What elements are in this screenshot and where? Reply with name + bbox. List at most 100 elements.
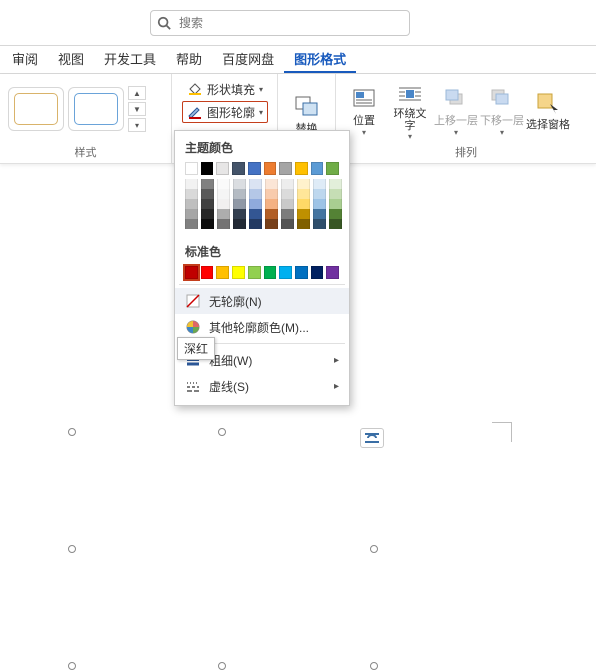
outline-dashes-item[interactable]: 虚线(S) ▸ — [175, 373, 349, 399]
color-swatch[interactable] — [265, 179, 278, 189]
color-swatch[interactable] — [295, 266, 308, 279]
color-swatch[interactable] — [232, 162, 245, 175]
color-swatch[interactable] — [313, 179, 326, 189]
color-swatch[interactable] — [248, 162, 261, 175]
color-swatch[interactable] — [264, 266, 277, 279]
search-input[interactable] — [177, 15, 403, 31]
style-more-button[interactable]: ▾ — [128, 118, 146, 132]
color-swatch[interactable] — [201, 266, 214, 279]
resize-handle-e[interactable] — [370, 545, 378, 553]
color-swatch[interactable] — [201, 189, 214, 199]
tab-view[interactable]: 视图 — [48, 45, 94, 73]
style-down-button[interactable]: ▼ — [128, 102, 146, 116]
color-swatch[interactable] — [249, 199, 262, 209]
style-up-button[interactable]: ▲ — [128, 86, 146, 100]
color-swatch[interactable] — [297, 189, 310, 199]
tab-review[interactable]: 审阅 — [2, 45, 48, 73]
tab-help[interactable]: 帮助 — [166, 45, 212, 73]
color-swatch[interactable] — [265, 189, 278, 199]
color-swatch[interactable] — [217, 199, 230, 209]
color-swatch[interactable] — [217, 179, 230, 189]
layout-options-button[interactable] — [360, 428, 384, 448]
no-outline-item[interactable]: 无轮廓(N) — [175, 288, 349, 314]
color-swatch[interactable] — [297, 179, 310, 189]
color-swatch[interactable] — [264, 162, 277, 175]
search-box[interactable] — [150, 10, 410, 36]
color-swatch[interactable] — [313, 209, 326, 219]
color-swatch[interactable] — [248, 266, 261, 279]
color-swatch[interactable] — [185, 209, 198, 219]
selection-pane-button[interactable]: 选择窗格 — [526, 86, 570, 132]
color-swatch[interactable] — [326, 162, 339, 175]
resize-handle-sw[interactable] — [68, 662, 76, 670]
color-swatch[interactable] — [297, 209, 310, 219]
shape-outline-button[interactable]: 图形轮廓 ▾ — [182, 101, 268, 123]
tab-baidu-netdisk[interactable]: 百度网盘 — [212, 45, 284, 73]
color-swatch[interactable] — [281, 189, 294, 199]
color-swatch[interactable] — [265, 219, 278, 229]
color-swatch[interactable] — [329, 179, 342, 189]
color-swatch[interactable] — [313, 189, 326, 199]
style-thumb-1[interactable] — [8, 87, 64, 131]
resize-handle-s[interactable] — [218, 662, 226, 670]
color-swatch[interactable] — [297, 199, 310, 209]
color-swatch[interactable] — [233, 189, 246, 199]
color-swatch[interactable] — [233, 199, 246, 209]
color-swatch[interactable] — [329, 219, 342, 229]
bring-forward-button[interactable]: 上移一层 ▾ — [434, 82, 478, 136]
color-swatch[interactable] — [281, 219, 294, 229]
color-swatch[interactable] — [329, 189, 342, 199]
style-thumb-2[interactable] — [68, 87, 124, 131]
color-swatch[interactable] — [311, 266, 324, 279]
color-swatch[interactable] — [185, 219, 198, 229]
color-swatch[interactable] — [201, 179, 214, 189]
color-swatch[interactable] — [233, 179, 246, 189]
color-swatch[interactable] — [311, 162, 324, 175]
color-swatch[interactable] — [185, 266, 198, 279]
color-swatch[interactable] — [217, 189, 230, 199]
color-swatch[interactable] — [185, 179, 198, 189]
color-swatch[interactable] — [313, 199, 326, 209]
color-swatch[interactable] — [265, 209, 278, 219]
color-swatch[interactable] — [313, 219, 326, 229]
position-button[interactable]: 位置 ▾ — [342, 82, 386, 136]
tab-shape-format[interactable]: 图形格式 — [284, 45, 356, 73]
color-swatch[interactable] — [279, 266, 292, 279]
wrap-text-button[interactable]: 环绕文 字 ▾ — [388, 78, 432, 140]
resize-handle-nw[interactable] — [68, 428, 76, 436]
color-swatch[interactable] — [185, 199, 198, 209]
color-swatch[interactable] — [201, 209, 214, 219]
color-swatch[interactable] — [265, 199, 278, 209]
color-swatch[interactable] — [185, 189, 198, 199]
color-swatch[interactable] — [232, 266, 245, 279]
color-swatch[interactable] — [281, 179, 294, 189]
color-swatch[interactable] — [185, 162, 198, 175]
color-swatch[interactable] — [217, 209, 230, 219]
color-swatch[interactable] — [279, 162, 292, 175]
color-swatch[interactable] — [249, 209, 262, 219]
color-swatch[interactable] — [201, 219, 214, 229]
color-swatch[interactable] — [297, 219, 310, 229]
color-swatch[interactable] — [326, 266, 339, 279]
color-swatch[interactable] — [295, 162, 308, 175]
resize-handle-w[interactable] — [68, 545, 76, 553]
resize-handle-n[interactable] — [218, 428, 226, 436]
color-swatch[interactable] — [233, 219, 246, 229]
color-swatch[interactable] — [201, 162, 214, 175]
color-swatch[interactable] — [249, 179, 262, 189]
color-swatch[interactable] — [217, 219, 230, 229]
resize-handle-se[interactable] — [370, 662, 378, 670]
color-swatch[interactable] — [249, 219, 262, 229]
color-swatch[interactable] — [281, 209, 294, 219]
color-swatch[interactable] — [329, 199, 342, 209]
color-swatch[interactable] — [233, 209, 246, 219]
tab-devtools[interactable]: 开发工具 — [94, 45, 166, 73]
shape-fill-button[interactable]: 形状填充 ▾ — [182, 78, 268, 100]
color-swatch[interactable] — [249, 189, 262, 199]
color-swatch[interactable] — [201, 199, 214, 209]
color-swatch[interactable] — [281, 199, 294, 209]
color-swatch[interactable] — [216, 266, 229, 279]
color-swatch[interactable] — [329, 209, 342, 219]
send-backward-button[interactable]: 下移一层 ▾ — [480, 82, 524, 136]
color-swatch[interactable] — [216, 162, 229, 175]
